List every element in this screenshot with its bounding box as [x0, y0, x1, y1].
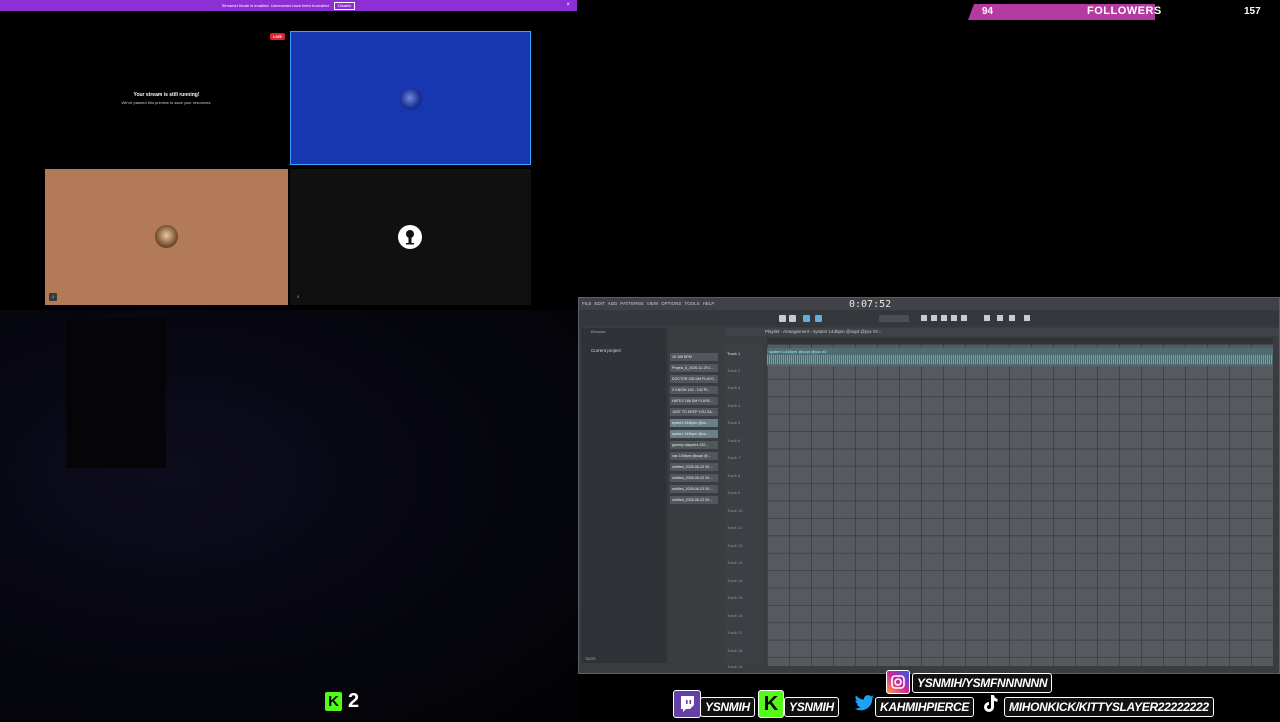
- clip-waveform: [767, 355, 1273, 364]
- instagram-icon: [886, 670, 910, 694]
- menu-patterns[interactable]: PATTERNS: [620, 298, 643, 310]
- pattern-item[interactable]: 16 169 BPM: [670, 353, 718, 361]
- playlist-grid[interactable]: [767, 344, 1273, 666]
- kick-viewer-count: 2: [348, 690, 360, 712]
- kick-logo-icon: K: [758, 690, 784, 718]
- track-label[interactable]: Track 15: [727, 595, 742, 600]
- pattern-item[interactable]: untitled_2026-06-23 00:...: [670, 496, 718, 504]
- pattern-item[interactable]: untitled_2026-06-23 00:...: [670, 485, 718, 493]
- pattern-item[interactable]: Project_6_2026-12-29 1...: [670, 364, 718, 372]
- followers-label: FOLLOWERS: [1087, 5, 1162, 17]
- menu-file[interactable]: FILE: [582, 298, 592, 310]
- participant-tile-orange[interactable]: ♪: [45, 169, 288, 305]
- clip-label: system 144bpm @sopt @ysx #2: [769, 349, 827, 354]
- mic-icon: ♪: [49, 293, 57, 301]
- browser-title: Browser: [591, 329, 606, 334]
- avatar: [398, 225, 422, 249]
- stream-preview-tile[interactable]: LIVE Your stream is still running! We've…: [45, 30, 288, 166]
- track-label[interactable]: Track 2: [727, 368, 740, 373]
- track-label[interactable]: Track 10: [727, 508, 742, 513]
- track-label[interactable]: Track 7: [727, 455, 740, 460]
- pattern-item[interactable]: vas 140bpm @sopt @...: [670, 452, 718, 460]
- pattern-item[interactable]: untitled_2026-06-23 00:...: [670, 474, 718, 482]
- mic-icon: ♪: [296, 294, 300, 300]
- track-label[interactable]: Track 5: [727, 420, 740, 425]
- menu-edit[interactable]: EDIT: [595, 298, 605, 310]
- twitch-icon: [673, 690, 701, 718]
- track-label[interactable]: Track 17: [727, 630, 742, 635]
- instagram-handle: YSNMIH/YSMFNNNNNN: [912, 673, 1053, 693]
- track-label[interactable]: Track 12: [727, 543, 742, 548]
- avatar: [155, 225, 178, 248]
- live-badge: LIVE: [270, 33, 285, 40]
- preview-paused-body: We've paused this preview to save your r…: [121, 100, 212, 105]
- character-icon: [406, 230, 414, 245]
- menu-options[interactable]: OPTIONS: [661, 298, 681, 310]
- track-label[interactable]: Track 3: [727, 385, 740, 390]
- track-label[interactable]: Track 4: [727, 403, 740, 408]
- playlist-title: Playlist - Arrangement › system 144bpm @…: [725, 328, 1279, 336]
- pattern-item[interactable]: system 144bpm @so...: [670, 419, 718, 427]
- fl-studio-window[interactable]: FILE EDIT ADD PATTERNS VIEW OPTIONS TOOLS HELP …: [578, 297, 1280, 674]
- close-icon[interactable]: ×: [566, 0, 570, 11]
- track-label[interactable]: Track 8: [727, 473, 740, 478]
- fl-menu-bar: FILE EDIT ADD PATTERNS VIEW OPTIONS TOOLS HELP: [579, 298, 1279, 310]
- track-label[interactable]: Track 1: [727, 351, 740, 356]
- followers-current: 94: [982, 6, 994, 17]
- track-label[interactable]: Track 14: [727, 578, 742, 583]
- track-headers: Track 1 Track 2 Track 3 Track 4 Track 5 …: [725, 344, 763, 669]
- playlist-title-text: Playlist - Arrangement › system 144bpm @…: [765, 329, 881, 334]
- twitch-handle: YSNMIH: [700, 697, 755, 717]
- track-label[interactable]: Track 16: [727, 613, 742, 618]
- pattern-item[interactable]: DOCTOR 155 DM PLAYG...: [670, 375, 718, 383]
- webcam-feed: [0, 310, 578, 720]
- avatar: [400, 88, 422, 110]
- browser-panel[interactable]: Browser Current project TAGS: [581, 328, 667, 663]
- song-time-display: 0:07:52: [849, 299, 892, 310]
- pattern-item[interactable]: system 144bpm @so...: [670, 430, 718, 438]
- audio-clip[interactable]: system 144bpm @sopt @ysx #2: [767, 348, 1273, 366]
- track-label[interactable]: Track 19: [727, 664, 742, 669]
- tiktok-handle: MIHONKICK/KITTYSLAYER22222222: [1004, 697, 1214, 717]
- twitter-handle: KAHMIHPIERCE: [875, 697, 975, 717]
- track-label[interactable]: Track 6: [727, 438, 740, 443]
- menu-help[interactable]: HELP: [703, 298, 715, 310]
- disable-streamer-mode-button[interactable]: Disable: [334, 2, 356, 10]
- participant-tile-dark[interactable]: ♪: [290, 169, 531, 305]
- pattern-item[interactable]: untitled_2026-06-23 00:...: [670, 463, 718, 471]
- pattern-item[interactable]: HATES 166 DM PLAYB...: [670, 397, 718, 405]
- room-shadow: [66, 318, 166, 468]
- track-label[interactable]: Track 18: [727, 648, 742, 653]
- track-label[interactable]: Track 9: [727, 490, 740, 495]
- browser-item-current-project[interactable]: Current project: [581, 348, 667, 353]
- menu-view[interactable]: VIEW: [647, 298, 659, 310]
- twitter-bird-icon: [852, 691, 876, 715]
- pattern-item[interactable]: JUST TO KEEP YOU SA...: [670, 408, 718, 416]
- track-label[interactable]: Track 11: [727, 525, 742, 530]
- banner-text: Streamer Mode is enabled. Usernames have…: [221, 3, 330, 8]
- pattern-item[interactable]: X KNOW 140 - 132 PL...: [670, 386, 718, 394]
- kick-handle: YSNMIH: [784, 697, 839, 717]
- preview-paused-title: Your stream is still running!: [133, 92, 200, 98]
- fl-toolbar: [579, 310, 1279, 327]
- menu-tools[interactable]: TOOLS: [684, 298, 699, 310]
- menu-add[interactable]: ADD: [608, 298, 618, 310]
- tiktok-icon: [978, 692, 1002, 716]
- pattern-item[interactable]: gummy clappers 152...: [670, 441, 718, 449]
- pattern-list[interactable]: 16 169 BPM Project_6_2026-12-29 1... DOC…: [669, 328, 721, 663]
- streamer-mode-banner: Streamer Mode is enabled. Usernames have…: [0, 0, 577, 11]
- toolbar-icons: [779, 315, 1030, 322]
- participant-tile-blue[interactable]: [290, 31, 531, 165]
- followers-goal: 157: [1244, 6, 1261, 17]
- kick-icon: K: [325, 692, 342, 711]
- browser-tags[interactable]: TAGS: [585, 656, 596, 661]
- track-label[interactable]: Track 13: [727, 560, 742, 565]
